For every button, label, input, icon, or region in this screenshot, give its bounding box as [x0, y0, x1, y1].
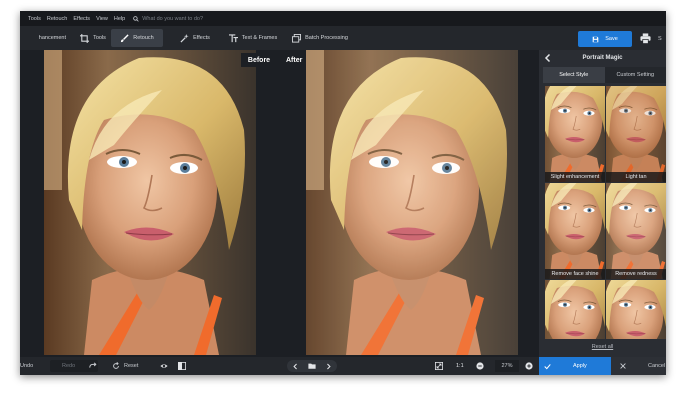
- style-label: Remove redness: [606, 269, 666, 279]
- tab-batch-processing-label: Batch Processing: [305, 35, 348, 41]
- zoom-out-icon: [476, 362, 484, 370]
- zoom-level[interactable]: 27%: [495, 360, 519, 372]
- save-label: Save: [605, 36, 618, 42]
- style-label: Remove face shine: [545, 269, 605, 279]
- menu-retouch[interactable]: Retouch: [47, 16, 68, 22]
- style-thumb-light-tan[interactable]: Light tan: [606, 86, 666, 182]
- close-icon: [620, 363, 626, 369]
- tab-text-frames-label: Text & Frames: [241, 35, 278, 41]
- undo-button[interactable]: Undo: [20, 360, 33, 372]
- redo-button[interactable]: Redo: [50, 360, 98, 372]
- zoom-in-icon: [525, 362, 533, 370]
- brush-icon: [121, 33, 129, 42]
- save-icon: [592, 36, 599, 42]
- batch-icon: [292, 33, 302, 43]
- apply-button[interactable]: Apply: [539, 357, 611, 375]
- undo-label: Undo: [20, 363, 34, 369]
- style-tabs: Select Style Custom Setting: [543, 67, 666, 83]
- prev-image-icon[interactable]: [292, 363, 299, 370]
- fit-to-screen-button[interactable]: [435, 360, 443, 372]
- style-thumb-remove-redness[interactable]: Remove redness: [606, 183, 666, 279]
- menu-tools[interactable]: Tools: [28, 16, 41, 22]
- tab-tools-label: Tools: [93, 35, 106, 41]
- crop-icon: [80, 33, 90, 43]
- cancel-label: Cancel: [648, 363, 666, 369]
- redo-icon: [89, 362, 97, 368]
- tab-effects[interactable]: Effects: [172, 29, 218, 47]
- style-thumb-slight-enhancement[interactable]: Slight enhancement: [545, 86, 605, 182]
- tab-enhancement[interactable]: hancement: [20, 29, 66, 47]
- app-window: Tools Retouch Effects View Help What do …: [20, 11, 666, 375]
- after-photo: [306, 50, 518, 355]
- before-photo: [44, 50, 256, 355]
- magic-wand-icon: [180, 33, 189, 43]
- next-image-icon[interactable]: [325, 363, 332, 370]
- reset-button[interactable]: Reset: [112, 360, 138, 372]
- menu-effects[interactable]: Effects: [73, 16, 90, 22]
- zoom-in-button[interactable]: [525, 360, 533, 372]
- tab-effects-label: Effects: [193, 35, 210, 41]
- reset-icon: [113, 362, 119, 369]
- image-navigation: [287, 360, 337, 372]
- zoom-1to1-button[interactable]: 1:1: [456, 360, 464, 372]
- tab-tools[interactable]: Tools: [70, 29, 116, 47]
- main-toolbar: hancement Tools Retouch Effects Text & F…: [20, 26, 666, 51]
- zoom-out-button[interactable]: [476, 360, 484, 372]
- panel-title: Portrait Magic: [582, 55, 623, 61]
- tab-custom-setting[interactable]: Custom Setting: [604, 67, 666, 83]
- style-thumb-6[interactable]: [606, 280, 666, 339]
- reset-label: Reset: [124, 363, 139, 369]
- menu-view[interactable]: View: [96, 16, 108, 22]
- save-button[interactable]: Save: [578, 31, 632, 47]
- redo-label: Redo: [62, 363, 76, 369]
- tab-select-style[interactable]: Select Style: [543, 67, 605, 83]
- print-icon[interactable]: [640, 33, 651, 44]
- compare-toggle[interactable]: [178, 360, 186, 372]
- search-placeholder: What do you want to do?: [142, 15, 204, 22]
- reset-all-link[interactable]: Reset all: [539, 344, 666, 350]
- after-label: After: [286, 56, 303, 64]
- style-label: Slight enhancement: [545, 172, 605, 182]
- compare-icon: [178, 362, 186, 370]
- before-label: Before: [241, 53, 277, 67]
- style-label: Light tan: [606, 172, 666, 182]
- fit-screen-icon: [435, 362, 443, 370]
- checkmark-icon: [544, 363, 551, 369]
- style-thumb-remove-face-shine[interactable]: Remove face shine: [545, 183, 605, 279]
- search-icon: [133, 15, 139, 22]
- apply-label: Apply: [573, 363, 587, 369]
- style-thumbnails: Slight enhancement Light tan Remove face…: [545, 86, 666, 339]
- portrait-magic-panel: Portrait Magic Select Style Custom Setti…: [539, 50, 666, 357]
- style-thumb-5[interactable]: [545, 280, 605, 339]
- tab-retouch-label: Retouch: [133, 35, 154, 41]
- share-label[interactable]: S: [658, 36, 662, 42]
- tab-enhancement-label: hancement: [38, 35, 66, 41]
- menu-bar: Tools Retouch Effects View Help What do …: [20, 11, 666, 26]
- tab-text-frames[interactable]: Text & Frames: [223, 29, 283, 47]
- tab-batch-processing[interactable]: Batch Processing: [287, 29, 353, 47]
- photo-canvas: Before After: [20, 50, 539, 357]
- text-icon: [228, 33, 238, 42]
- folder-icon[interactable]: [308, 362, 316, 370]
- cancel-button[interactable]: Cancel: [611, 357, 666, 375]
- eye-icon: [160, 364, 168, 368]
- panel-header: Portrait Magic: [539, 50, 666, 66]
- search-box[interactable]: What do you want to do?: [133, 16, 203, 22]
- menu-help[interactable]: Help: [114, 16, 125, 22]
- tab-retouch[interactable]: Retouch: [111, 29, 163, 47]
- preview-toggle[interactable]: [160, 360, 168, 372]
